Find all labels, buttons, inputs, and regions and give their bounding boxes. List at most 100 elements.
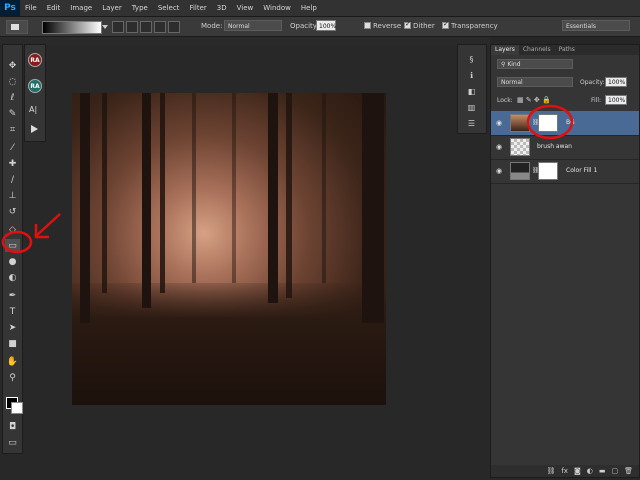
swatches-icon[interactable]: ☰ [464,117,479,129]
zoom-tool-icon[interactable]: ⚲ [5,371,20,384]
properties-icon[interactable]: ℹ [464,69,479,81]
path-select-tool-icon[interactable]: ➤ [5,321,20,334]
toolbox: ✥ ◌ ℓ ✎ ⌗ ⁄ ✚ ∕ ⊥ ↺ ◇ ▭ ● ◐ ✒ T ➤ ■ ✋ ⚲ … [2,44,23,454]
new-group-icon[interactable]: ▬ [599,467,606,475]
eraser-tool-icon[interactable]: ◇ [5,223,20,236]
eye-icon[interactable]: ◉ [496,167,502,175]
opacity-field[interactable]: 100% [316,20,336,31]
clone-stamp-tool-icon[interactable]: ⊥ [5,189,20,202]
tab-paths[interactable]: Paths [555,45,579,55]
menu-select[interactable]: Select [153,4,185,12]
layer-mask-thumbnail[interactable] [538,114,558,132]
reverse-label: Reverse [373,22,402,30]
menu-layer[interactable]: Layer [97,4,127,12]
move-tool-icon[interactable]: ✥ [5,59,20,72]
reverse-checkbox[interactable] [364,22,371,29]
background-color-swatch[interactable] [11,402,23,414]
workspace-select[interactable]: Essentials [562,20,630,31]
layer-thumbnail [510,114,530,132]
options-bar: Mode: Normal Opacity: 100% Reverse Dithe… [0,17,640,37]
quick-mask-icon[interactable]: ◘ [5,420,20,433]
tree-trunk [322,93,326,283]
tree-trunk [160,93,165,293]
shape-tool-icon[interactable]: ■ [5,337,20,350]
adjustments-icon[interactable]: ◧ [464,85,479,97]
layer-mask-thumbnail[interactable] [538,162,558,180]
screen-mode-icon[interactable]: ▭ [5,436,20,449]
layer-name: BG [566,119,575,126]
layer-thumbnail [510,138,530,156]
linear-gradient-icon[interactable] [112,21,124,33]
trash-icon[interactable]: 🗑 [624,467,633,475]
tree-trunk [192,93,196,283]
dither-checkbox[interactable] [404,20,411,29]
angle-gradient-icon[interactable] [140,21,152,33]
layer-thumbnail [510,162,530,180]
fx-icon[interactable]: fx [561,467,568,475]
menu-3d[interactable]: 3D [212,4,232,12]
diamond-gradient-icon[interactable] [168,21,180,33]
filter-kind-label: Kind [507,61,521,68]
menu-file[interactable]: File [20,4,42,12]
menu-edit[interactable]: Edit [42,4,66,12]
menu-filter[interactable]: Filter [184,4,211,12]
tree-trunk [286,93,292,298]
layer-row-color-fill[interactable]: ◉ ⛓ Color Fill 1 [491,159,639,184]
lock-icons[interactable]: ▦ ✎ ✥ 🔒 [517,96,551,104]
type-tool-icon[interactable]: T [5,305,20,318]
menu-window[interactable]: Window [258,4,296,12]
quick-select-tool-icon[interactable]: ✎ [5,107,20,120]
crop-tool-icon[interactable]: ⌗ [5,123,20,136]
history-icon[interactable]: § [464,53,479,65]
eye-icon[interactable]: ◉ [496,143,502,151]
history-brush-tool-icon[interactable]: ↺ [5,205,20,218]
document-canvas[interactable] [72,93,386,405]
menu-type[interactable]: Type [127,4,153,12]
fill-field[interactable]: 100% [605,95,627,105]
layer-row-brush-awan[interactable]: ◉ brush awan [491,135,639,160]
gradient-tool-icon[interactable]: ▭ [5,239,20,252]
brush-tool-icon[interactable]: ∕ [5,173,20,186]
transparency-label: Transparency [451,22,498,30]
tab-channels[interactable]: Channels [519,45,555,55]
layer-row-bg[interactable]: ◉ ⛓ BG [491,111,639,136]
tab-layers[interactable]: Layers [491,45,519,55]
link-layers-icon[interactable]: ⛓ [546,467,555,475]
new-layer-icon[interactable]: ▢ [611,467,618,475]
add-mask-icon[interactable]: ◙ [574,467,581,475]
healing-tool-icon[interactable]: ✚ [5,157,20,170]
marquee-tool-icon[interactable]: ◌ [5,75,20,88]
transparency-checkbox[interactable] [442,20,449,29]
menu-bar: Ps File Edit Image Layer Type Select Fil… [0,0,640,17]
layer-filter-select[interactable]: ⚲ Kind [497,59,573,69]
blur-tool-icon[interactable]: ● [5,255,20,268]
tree-trunk [362,93,384,323]
layer-opacity-field[interactable]: 100% [605,77,627,87]
annotation-arrow-head [34,224,49,239]
menu-image[interactable]: Image [65,4,97,12]
chevron-down-icon[interactable] [102,25,108,29]
hand-tool-icon[interactable]: ✋ [5,355,20,368]
ra-action-icon[interactable]: RA [28,53,42,67]
fill-label: Fill: [591,97,602,104]
photoshop-logo: Ps [0,0,20,16]
eyedropper-tool-icon[interactable]: ⁄ [5,141,20,154]
tree-trunk [232,93,236,283]
play-icon[interactable] [31,125,38,133]
character-panel-icon[interactable]: A| [29,105,37,114]
lasso-tool-icon[interactable]: ℓ [5,91,20,104]
ra-action-icon-2[interactable]: RA [28,79,42,93]
menu-view[interactable]: View [232,4,259,12]
gradient-picker[interactable] [42,21,102,34]
mode-select[interactable]: Normal [224,20,282,31]
menu-help[interactable]: Help [296,4,322,12]
adjustment-layer-icon[interactable]: ◐ [587,467,593,475]
radial-gradient-icon[interactable] [126,21,138,33]
eye-icon[interactable]: ◉ [496,119,502,127]
tool-preset-picker[interactable] [6,20,28,34]
styles-icon[interactable]: ▥ [464,101,479,113]
reflected-gradient-icon[interactable] [154,21,166,33]
blend-mode-select[interactable]: Normal [497,77,573,87]
dodge-tool-icon[interactable]: ◐ [5,271,20,284]
pen-tool-icon[interactable]: ✒ [5,289,20,302]
